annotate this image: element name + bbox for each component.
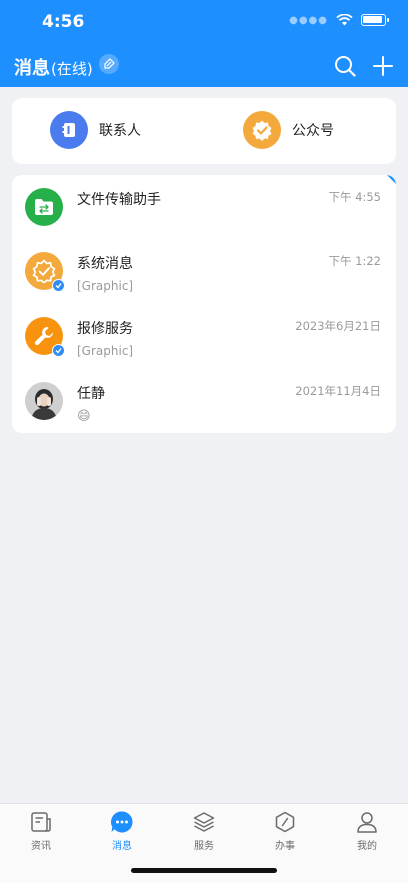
chat-time: 2021年11月4日 <box>295 384 381 398</box>
tab-label: 消息 <box>112 841 132 852</box>
chat-row-repair-service[interactable]: 报修服务 [Graphic] 2023年6月21日 <box>12 304 396 368</box>
compass-icon <box>273 810 297 834</box>
official-accounts-link[interactable]: 公众号 <box>243 111 334 149</box>
top-bar: 4:56 ●●●● 消息 (在线) <box>0 0 408 87</box>
verified-check-icon <box>52 344 65 357</box>
contacts-icon <box>50 111 88 149</box>
search-icon <box>335 56 356 77</box>
cellular-signal-icon: ●●●● <box>289 14 328 26</box>
home-indicator[interactable] <box>131 868 277 873</box>
chat-row-system-messages[interactable]: 系统消息 [Graphic] 下午 1:22 <box>12 239 396 303</box>
plus-icon <box>373 56 393 76</box>
status-time: 4:56 <box>42 12 85 32</box>
tab-messages[interactable]: 消息 <box>92 810 152 852</box>
chat-time: 2023年6月21日 <box>295 319 381 333</box>
message-icon <box>110 810 134 834</box>
verified-check-icon <box>52 279 65 292</box>
layers-icon <box>192 810 216 834</box>
clear-unread-button[interactable] <box>99 54 119 74</box>
tab-label: 办事 <box>275 841 295 852</box>
chat-row-renjing[interactable]: 任静 😄 2021年11月4日 <box>12 369 396 433</box>
chat-time: 下午 1:22 <box>328 254 381 268</box>
tab-label: 我的 <box>357 841 377 852</box>
tab-services[interactable]: 服务 <box>174 810 234 852</box>
chat-name: 文件传输助手 <box>77 192 161 208</box>
folder-transfer-icon <box>25 188 63 226</box>
page-title: 消息 (在线) <box>14 54 93 80</box>
add-button[interactable] <box>372 55 394 77</box>
chat-time: 下午 4:55 <box>328 190 381 204</box>
search-button[interactable] <box>334 55 356 77</box>
chat-preview-emoji: 😄 <box>77 409 91 424</box>
chat-preview: [Graphic] <box>77 279 134 293</box>
tab-label: 资讯 <box>31 841 51 852</box>
battery-icon <box>361 14 389 26</box>
chat-name: 报修服务 <box>77 321 133 337</box>
page-title-text: 消息 <box>14 58 50 79</box>
quick-links-card: 联系人 公众号 <box>12 98 396 164</box>
online-status: (在线) <box>51 60 93 78</box>
status-icons: ●●●● <box>289 14 389 26</box>
profile-icon <box>355 810 379 834</box>
news-icon <box>29 810 53 834</box>
chat-name: 系统消息 <box>77 256 133 272</box>
tab-label: 服务 <box>194 841 214 852</box>
contacts-label: 联系人 <box>99 123 141 139</box>
broom-icon <box>104 58 115 69</box>
chat-row-file-transfer[interactable]: 文件传输助手 下午 4:55 <box>12 175 396 239</box>
tab-profile[interactable]: 我的 <box>337 810 397 852</box>
chat-list: 文件传输助手 下午 4:55 系统消息 [Graphic] 下午 1:22 报修… <box>12 175 396 433</box>
official-accounts-label: 公众号 <box>292 123 334 139</box>
user-photo <box>25 382 63 420</box>
tab-news[interactable]: 资讯 <box>11 810 71 852</box>
contacts-link[interactable]: 联系人 <box>50 111 141 149</box>
chat-preview: [Graphic] <box>77 344 134 358</box>
wifi-icon <box>336 14 353 26</box>
chat-name: 任静 <box>77 386 105 402</box>
verified-badge-icon <box>243 111 281 149</box>
tab-affairs[interactable]: 办事 <box>255 810 315 852</box>
